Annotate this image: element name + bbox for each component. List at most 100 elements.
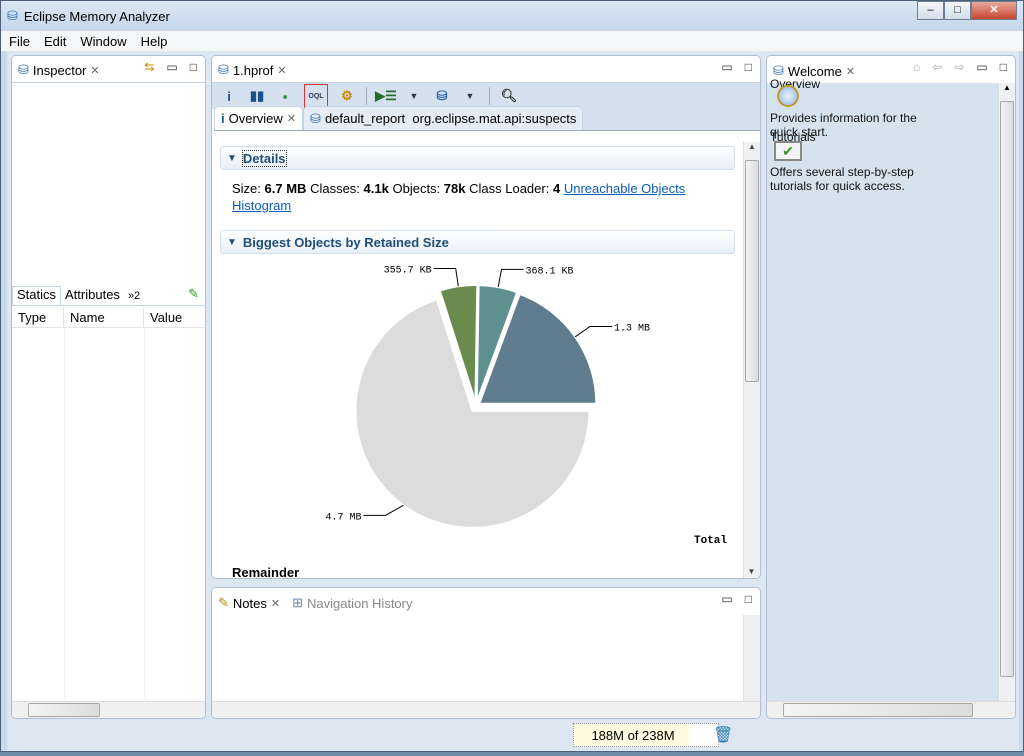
menu-help[interactable]: Help — [141, 34, 168, 49]
histogram-icon[interactable]: ▮▮ — [248, 87, 266, 105]
notes-vscrollbar[interactable] — [743, 615, 760, 701]
column-value[interactable]: Value — [144, 308, 188, 327]
report-icon: ⛁ — [310, 110, 321, 126]
menu-bar: File Edit Window Help — [1, 31, 1023, 51]
menu-edit[interactable]: Edit — [44, 34, 66, 49]
pie-slice-label: 355.7 KB — [384, 265, 432, 276]
heap-dump-icon: ⛁ — [218, 62, 229, 77]
sync-icon[interactable]: ⇆ — [144, 60, 154, 74]
inspector-hscrollbar[interactable] — [12, 701, 205, 718]
pie-leader-line — [497, 268, 524, 288]
minimize-button[interactable]: – — [917, 1, 944, 20]
section-title: Biggest Objects by Retained Size — [242, 234, 449, 250]
loader-label: Class Loader: — [469, 181, 550, 196]
oql-icon[interactable]: OQL — [304, 84, 328, 108]
tab-label: default_report org.eclipse.mat.api:suspe… — [324, 111, 577, 126]
classes-label: Classes: — [310, 181, 360, 196]
minimize-view-icon[interactable]: ▭ — [166, 60, 177, 74]
pie-leader-line — [574, 325, 613, 338]
classes-value: 4.1k — [363, 181, 389, 196]
pie-leader-line — [363, 504, 404, 516]
objects-label: Objects: — [392, 181, 441, 196]
tab-navigation-history[interactable]: ⊞ Navigation History — [286, 591, 418, 615]
info-icon: i — [221, 111, 225, 126]
dropdown-icon[interactable]: ▼ — [405, 87, 423, 105]
overview-content: ▼ Details Size: 6.7 MB Classes: 4.1k Obje… — [212, 142, 743, 578]
editor-panel: ⛁ 1.hprof ✕ ▭ □ i ▮▮ ▪ OQL ⚙ ▶☰ ▼ ⛁ ▼ 🔍︎ iO… — [211, 55, 761, 579]
window-title: Eclipse Memory Analyzer — [23, 8, 170, 24]
section-title: Details — [241, 149, 287, 167]
run-report-icon[interactable]: ▶☰ — [375, 87, 397, 105]
tab-notes[interactable]: ✎ Notes ✕ — [212, 591, 287, 615]
column-type[interactable]: Type — [12, 308, 64, 327]
minimize-view-icon[interactable]: ▭ — [721, 592, 732, 606]
menu-file[interactable]: File — [9, 34, 30, 49]
size-value: 6.7 MB — [264, 181, 307, 196]
tab-overview[interactable]: i Overview ✕ — [214, 106, 304, 130]
search-icon[interactable]: 🔍︎ — [500, 87, 518, 105]
details-body: Size: 6.7 MB Classes: 4.1k Objects: 78k … — [212, 170, 743, 214]
tab-label: Notes — [232, 595, 267, 611]
notes-hscrollbar[interactable] — [212, 701, 760, 718]
tab-statics[interactable]: Statics — [12, 286, 62, 305]
tab-label: Overview — [228, 111, 283, 126]
objects-value: 78k — [443, 181, 466, 196]
globe-icon[interactable] — [777, 85, 799, 107]
editor-vscrollbar[interactable]: ▲ ▼ — [743, 142, 760, 578]
title-bar: ⛁ Eclipse Memory Analyzer – □ ✕ — [1, 1, 1023, 31]
collapse-icon: ▼ — [227, 236, 237, 248]
welcome-vscrollbar[interactable]: ▲ — [998, 83, 1015, 703]
close-icon[interactable]: ✕ — [846, 65, 855, 78]
maximize-button[interactable]: □ — [944, 1, 971, 20]
dropdown-icon[interactable]: ▼ — [461, 87, 479, 105]
pie-slice-label: 4.7 MB — [325, 512, 361, 523]
tutorials-description: Offers several step-by-step tutorials fo… — [770, 165, 914, 193]
maximize-view-icon[interactable]: □ — [745, 592, 752, 606]
pin-icon[interactable]: ✎ — [188, 286, 199, 305]
tab-default-report[interactable]: ⛁ default_report org.eclipse.mat.api:susp… — [303, 106, 584, 130]
welcome-hscrollbar[interactable] — [767, 701, 1015, 718]
app-icon: ⛁ — [7, 8, 18, 23]
close-icon[interactable]: ✕ — [287, 112, 296, 125]
menu-window[interactable]: Window — [80, 34, 126, 49]
tab-hprof[interactable]: ⛁ 1.hprof ✕ — [212, 58, 293, 82]
pie-slice-label: 368.1 KB — [526, 266, 574, 277]
maximize-view-icon[interactable]: □ — [190, 60, 197, 74]
minimize-view-icon[interactable]: ▭ — [721, 60, 732, 74]
details-header[interactable]: ▼ Details — [220, 146, 735, 170]
close-icon[interactable]: ✕ — [90, 64, 99, 77]
tutorials-icon[interactable]: ✔ — [774, 141, 802, 161]
heap-status[interactable]: 188M of 238M — [573, 723, 719, 747]
tab-attributes[interactable]: Attributes — [61, 287, 124, 305]
close-icon[interactable]: ✕ — [277, 64, 286, 77]
forward-icon[interactable]: ⇨ — [954, 60, 964, 74]
minimize-view-icon[interactable]: ▭ — [976, 60, 987, 74]
back-icon[interactable]: ⇦ — [932, 60, 942, 74]
workbench: ⛁ Inspector ✕ ⇆ ▭ □ Statics Attributes »2 ✎ … — [7, 51, 1019, 751]
legend-total: Total — [694, 535, 728, 547]
garbage-collect-icon[interactable]: 🗑︎ — [713, 725, 733, 745]
close-button[interactable]: ✕ — [971, 1, 1017, 20]
gear-icon[interactable]: ⚙ — [338, 87, 356, 105]
maximize-view-icon[interactable]: □ — [1000, 60, 1007, 74]
navigation-history-icon: ⊞ — [292, 595, 303, 610]
column-name[interactable]: Name — [64, 308, 144, 327]
welcome-content: Overview Provides information for the qu… — [767, 77, 998, 703]
dominator-tree-icon[interactable]: ▪ — [276, 87, 294, 105]
app-window: ⛁ Eclipse Memory Analyzer – □ ✕ File Edi… — [0, 0, 1024, 752]
biggest-objects-header[interactable]: ▼ Biggest Objects by Retained Size — [220, 230, 735, 254]
inspector-icon: ⛁ — [18, 62, 29, 77]
home-icon[interactable]: ⌂ — [913, 60, 920, 74]
tab-label: 1.hprof — [232, 62, 274, 78]
maximize-view-icon[interactable]: □ — [745, 60, 752, 74]
notes-icon: ✎ — [218, 595, 229, 610]
info-icon[interactable]: i — [220, 87, 238, 105]
heap-usage-text: 188M of 238M — [591, 728, 675, 743]
close-icon[interactable]: ✕ — [271, 597, 280, 610]
welcome-panel: ⛁ Welcome ✕ ⌂ ⇦ ⇨ ▭ □ Overview Provides inform… — [766, 55, 1016, 719]
more-tabs[interactable]: »2 — [124, 290, 144, 305]
size-label: Size: — [232, 181, 261, 196]
notes-textarea[interactable] — [212, 615, 743, 701]
query-browser-icon[interactable]: ⛁ — [433, 87, 451, 105]
tab-inspector[interactable]: ⛁ Inspector ✕ — [12, 58, 106, 82]
